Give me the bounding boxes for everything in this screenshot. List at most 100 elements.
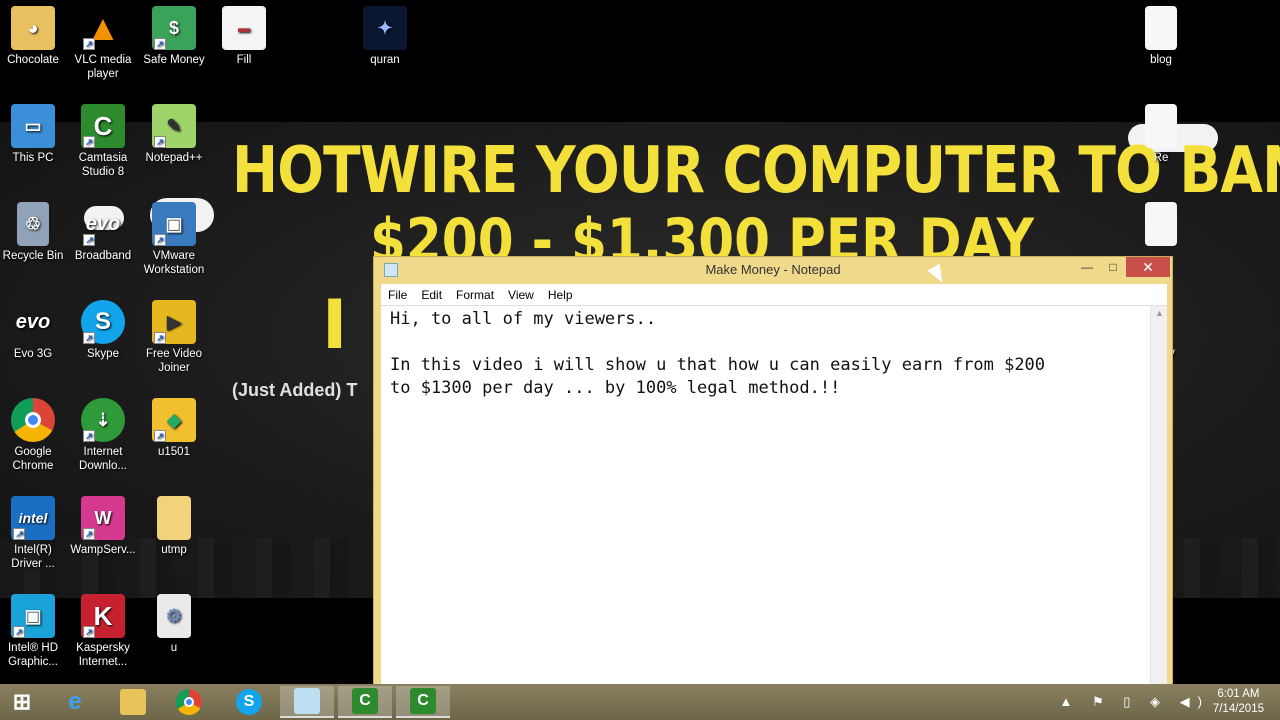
camtasia-icon: C ↗	[81, 104, 125, 148]
desktop-icon-camtasia[interactable]: C ↗ Camtasia Studio 8	[68, 104, 138, 179]
taskbar-notepad[interactable]	[280, 686, 334, 718]
file-icon	[1145, 6, 1177, 50]
desktop-icon-kaspersky[interactable]: K ↗ Kaspersky Internet...	[68, 594, 138, 669]
internet-explorer-icon: e	[68, 688, 82, 715]
wamp-icon: W ↗	[81, 496, 125, 540]
clock-time: 6:01 AM	[1217, 688, 1260, 700]
start-button[interactable]: ⊞	[0, 686, 44, 718]
notepad-window[interactable]: Make Money - Notepad — □ ✕ File Edit Forma…	[373, 256, 1173, 687]
desktop-icon-safe-money[interactable]: $ ↗ Safe Money	[139, 6, 209, 67]
menu-help[interactable]: Help	[541, 284, 580, 302]
desktop-icon-file[interactable]	[1126, 202, 1196, 249]
notepad-title-bar[interactable]: Make Money - Notepad — □ ✕	[374, 257, 1172, 283]
desktop-icon-label: Camtasia Studio 8	[78, 152, 128, 178]
desktop-icon-free-video-joiner[interactable]: ▶ ↗ Free Video Joiner	[139, 300, 209, 375]
taskbar-internet-explorer[interactable]: e	[48, 686, 102, 718]
skype-icon: S	[236, 689, 262, 715]
image-icon: ✦	[363, 6, 407, 50]
menu-bar: File Edit Format View Help	[381, 284, 1167, 306]
document-text[interactable]: Hi, to all of my viewers.. In this video…	[390, 308, 1150, 400]
vertical-scrollbar[interactable]: ▲	[1150, 306, 1167, 687]
desktop-icon-skype[interactable]: S ↗ Skype	[68, 300, 138, 361]
menu-edit[interactable]: Edit	[414, 284, 449, 302]
desktop-icon-quran[interactable]: ✦ quran	[350, 6, 420, 67]
desktop-icon-recycle-bin[interactable]: ♲ Recycle Bin	[0, 202, 68, 263]
desktop-icon-utmp[interactable]: utmp	[139, 496, 209, 557]
scroll-up-arrow-icon[interactable]: ▲	[1155, 308, 1164, 318]
chrome-icon	[11, 398, 55, 442]
desktop-icon-label: u	[170, 642, 178, 654]
file-icon	[1145, 104, 1177, 148]
desktop-icon-label: This PC	[12, 152, 54, 164]
desktop-icon-label: u1501	[158, 446, 190, 458]
notepadpp-icon: ✎ ↗	[152, 104, 196, 148]
desktop-icon-google-chrome[interactable]: Google Chrome	[0, 398, 68, 473]
desktop-icon-intel-driver[interactable]: intel ↗ Intel(R) Driver ...	[0, 496, 68, 571]
user-folder-icon: ◕	[11, 6, 55, 50]
desktop-icon-label: Skype	[87, 348, 119, 360]
desktop-icon-broadband[interactable]: evo ↗ Broadband	[68, 202, 138, 263]
window-title: Make Money - Notepad	[705, 262, 841, 277]
taskbar-skype[interactable]: S	[222, 686, 276, 718]
intel-hd-icon: ▣ ↗	[11, 594, 55, 638]
desktop-icon-label: Recycle Bin	[2, 250, 64, 262]
desktop-icon-label: utmp	[161, 544, 187, 556]
chrome-icon	[176, 689, 202, 715]
vmware-icon: ▣ ↗	[152, 202, 196, 246]
intel-icon: intel ↗	[11, 496, 55, 540]
kaspersky-icon: K ↗	[81, 594, 125, 638]
notepad-icon	[294, 688, 320, 714]
evo-icon: evo	[15, 311, 51, 333]
desktop-icon-re[interactable]: Re	[1126, 104, 1196, 165]
taskbar-google-chrome[interactable]	[162, 686, 216, 718]
desktop-icon-internet-download-manager[interactable]: ⇣ ↗ Internet Downlo...	[68, 398, 138, 473]
desktop-icon-label: Intel® HD Graphic...	[7, 642, 58, 668]
skype-icon: S ↗	[81, 300, 125, 344]
computer-icon: ▭	[11, 104, 55, 148]
desktop-icon-vmware[interactable]: ▣ ↗ VMware Workstation	[139, 202, 209, 277]
settings-file-icon: ⚙	[157, 594, 191, 638]
menu-view[interactable]: View	[501, 284, 541, 302]
desktop-icon-fill[interactable]: ▬ Fill	[209, 6, 279, 67]
desktop-icon-label: quran	[370, 54, 400, 66]
desktop-icon-u[interactable]: ⚙ u	[139, 594, 209, 655]
desktop-icon-evo-3g[interactable]: evo Evo 3G	[0, 300, 68, 361]
taskbar: ⊞ e S C C ▲ ⚑ ▯ ◈ ◀) 6:01 AM 7/14/2015	[0, 684, 1280, 720]
desktop-icon-u1501[interactable]: ◆ ↗ u1501	[139, 398, 209, 459]
desktop-icon-this-pc[interactable]: ▭ This PC	[0, 104, 68, 165]
menu-file[interactable]: File	[381, 284, 414, 302]
evo-icon: evo ↗	[81, 202, 125, 246]
document-icon: ▬	[222, 6, 266, 50]
desktop-icon-label: Internet Downlo...	[79, 446, 127, 472]
recycle-bin-icon: ♲	[17, 202, 49, 246]
desktop-icon-notepadpp[interactable]: ✎ ↗ Notepad++	[139, 104, 209, 165]
taskbar-camtasia-studio[interactable]: C	[396, 686, 450, 718]
vlc-icon: ▲ ↗	[81, 6, 125, 50]
desktop-icon-label: Broadband	[74, 250, 132, 262]
desktop-icon-intel-hd-graphics[interactable]: ▣ ↗ Intel® HD Graphic...	[0, 594, 68, 669]
desktop-icon-label: Fill	[236, 54, 252, 66]
close-button[interactable]: ✕	[1126, 257, 1170, 277]
menu-format[interactable]: Format	[449, 284, 501, 302]
taskbar-camtasia-recorder[interactable]: C	[338, 686, 392, 718]
desktop-icon-label: Free Video Joiner	[145, 348, 203, 374]
desktop-icon-chocolate[interactable]: ◕ Chocolate	[0, 6, 68, 67]
desktop-icon-vlc[interactable]: ▲ ↗ VLC media player	[68, 6, 138, 81]
file-icon	[1145, 202, 1177, 246]
desktop-icon-label: VLC media player	[74, 54, 132, 80]
video-joiner-icon: ▶ ↗	[152, 300, 196, 344]
desktop-icon-blog[interactable]: blog	[1126, 6, 1196, 67]
windows-logo-icon: ⊞	[12, 689, 32, 714]
text-editor-area[interactable]: Hi, to all of my viewers.. In this video…	[381, 306, 1167, 687]
wallpaper-headline: HOTWIRE YOUR COMPUTER TO BANK	[232, 134, 1280, 208]
desktop-icon-wampserver[interactable]: W ↗ WampServ...	[68, 496, 138, 557]
desktop-icon-label: Google Chrome	[12, 446, 54, 472]
taskbar-clock[interactable]: 6:01 AM 7/14/2015	[1213, 687, 1264, 717]
taskbar-file-explorer[interactable]	[106, 686, 160, 718]
maximize-button[interactable]: □	[1100, 257, 1126, 277]
minimize-button[interactable]: —	[1074, 257, 1100, 277]
desktop-icon-label: Intel(R) Driver ...	[11, 544, 55, 570]
system-tray[interactable]: ▲ ⚑ ▯ ◈ ◀)	[1060, 694, 1210, 710]
desktop-icon-label: Evo 3G	[13, 348, 53, 360]
clock-date: 7/14/2015	[1212, 703, 1264, 715]
